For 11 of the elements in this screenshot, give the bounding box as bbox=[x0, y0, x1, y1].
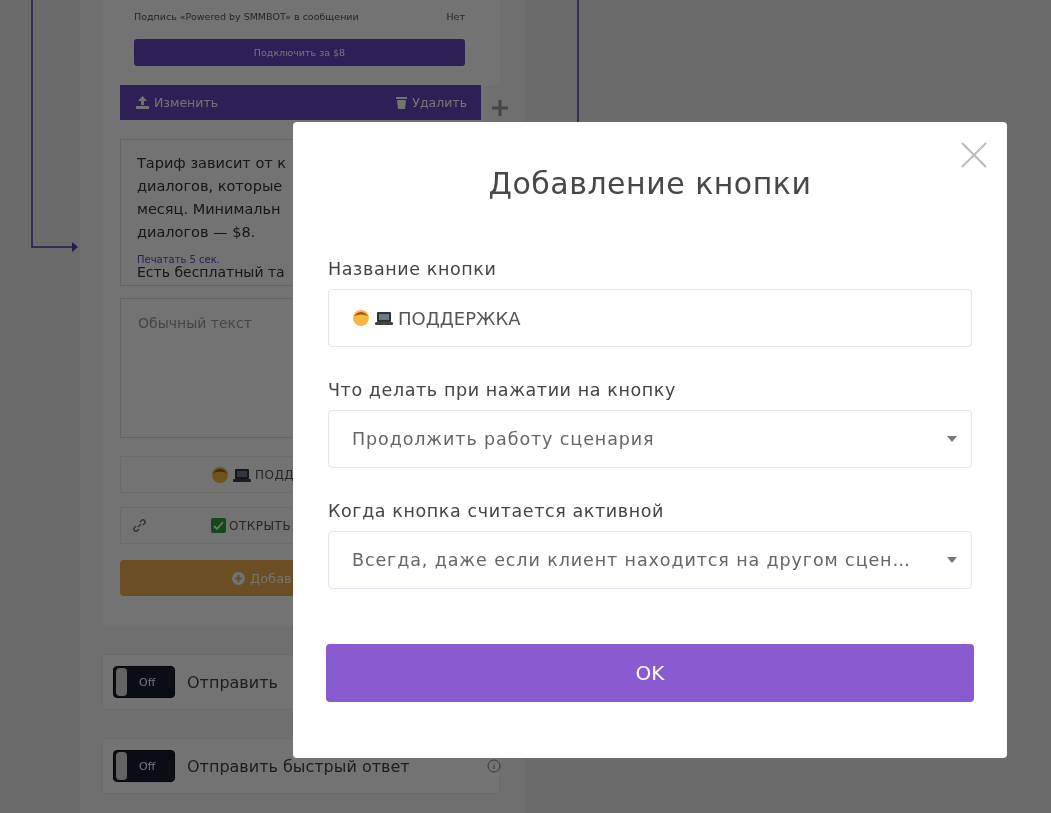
field-label: Название кнопки bbox=[328, 259, 498, 279]
message-text: Тариф зависит от к диалогов, которые месяц. Минимальн диалогов — $8. bbox=[137, 154, 288, 242]
signature-label: Подпись «Powered by SMMBOT» в сообщении bbox=[134, 11, 359, 22]
typing-delay-label: Печатать 5 сек. bbox=[137, 254, 220, 265]
field-label: Что делать при нажатии на кнопку bbox=[328, 380, 677, 400]
message-text: Есть бесплатный та bbox=[137, 265, 285, 280]
dialog-title: Добавление кнопки bbox=[487, 166, 813, 201]
field-label: Когда кнопка считается активной bbox=[328, 501, 665, 521]
signature-value: Нет bbox=[446, 11, 465, 22]
toggle-label: Отправить bbox=[187, 672, 278, 692]
toggle-label: Отправить быстрый ответ bbox=[187, 756, 410, 776]
